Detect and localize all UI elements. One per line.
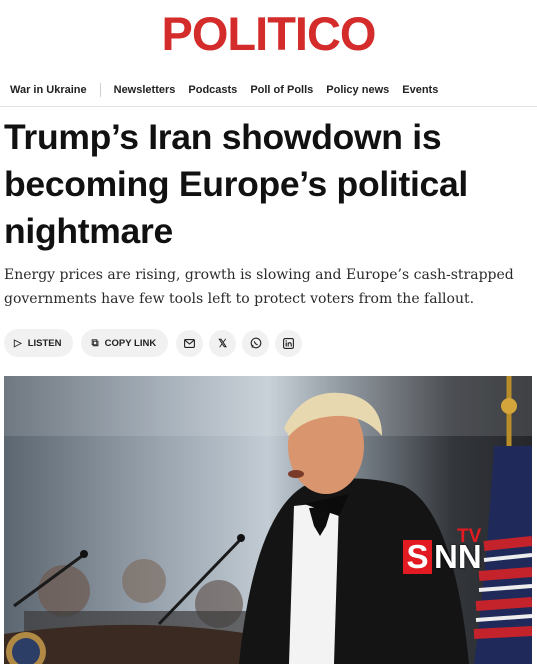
watermark-tv: TV xyxy=(457,526,482,547)
politico-logo[interactable]: POLITICO xyxy=(0,6,537,61)
email-icon xyxy=(184,338,196,348)
masthead: POLITICO xyxy=(0,0,537,68)
listen-button[interactable]: ▷ LISTEN xyxy=(4,329,74,357)
article-headline: Trump’s Iran showdown is becoming Europe… xyxy=(4,117,468,251)
watermark-s: S xyxy=(403,540,432,574)
article-dek: Energy prices are rising, growth is slow… xyxy=(4,267,514,307)
article-hero-image xyxy=(4,376,532,664)
snn-tv-watermark: S NN TV xyxy=(403,526,493,582)
hero-photo-illustration xyxy=(4,376,532,664)
top-nav: War in Ukraine Newsletters Podcasts Poll… xyxy=(0,74,537,107)
nav-item-policy-news[interactable]: Policy news xyxy=(326,84,389,96)
whatsapp-icon xyxy=(250,337,262,349)
article-actions: ▷ LISTEN ⧉ COPY LINK 𝕏 xyxy=(4,329,308,357)
nav-item-war-in-ukraine[interactable]: War in Ukraine xyxy=(10,84,87,96)
share-whatsapp-button[interactable] xyxy=(242,329,270,357)
play-icon: ▷ xyxy=(14,337,22,349)
share-x-button[interactable]: 𝕏 xyxy=(209,329,237,357)
listen-label: LISTEN xyxy=(27,337,62,349)
copy-link-label: COPY LINK xyxy=(104,337,157,349)
share-email-button[interactable] xyxy=(176,329,204,357)
x-icon: 𝕏 xyxy=(218,337,228,350)
nav-item-podcasts[interactable]: Podcasts xyxy=(188,84,237,96)
share-linkedin-button[interactable] xyxy=(275,329,303,357)
nav-divider xyxy=(99,83,101,97)
copy-icon: ⧉ xyxy=(91,337,99,349)
linkedin-icon xyxy=(283,337,295,349)
nav-item-poll-of-polls[interactable]: Poll of Polls xyxy=(250,84,313,96)
copy-link-button[interactable]: ⧉ COPY LINK xyxy=(81,329,169,357)
nav-item-newsletters[interactable]: Newsletters xyxy=(114,84,176,96)
nav-item-events[interactable]: Events xyxy=(402,84,438,96)
